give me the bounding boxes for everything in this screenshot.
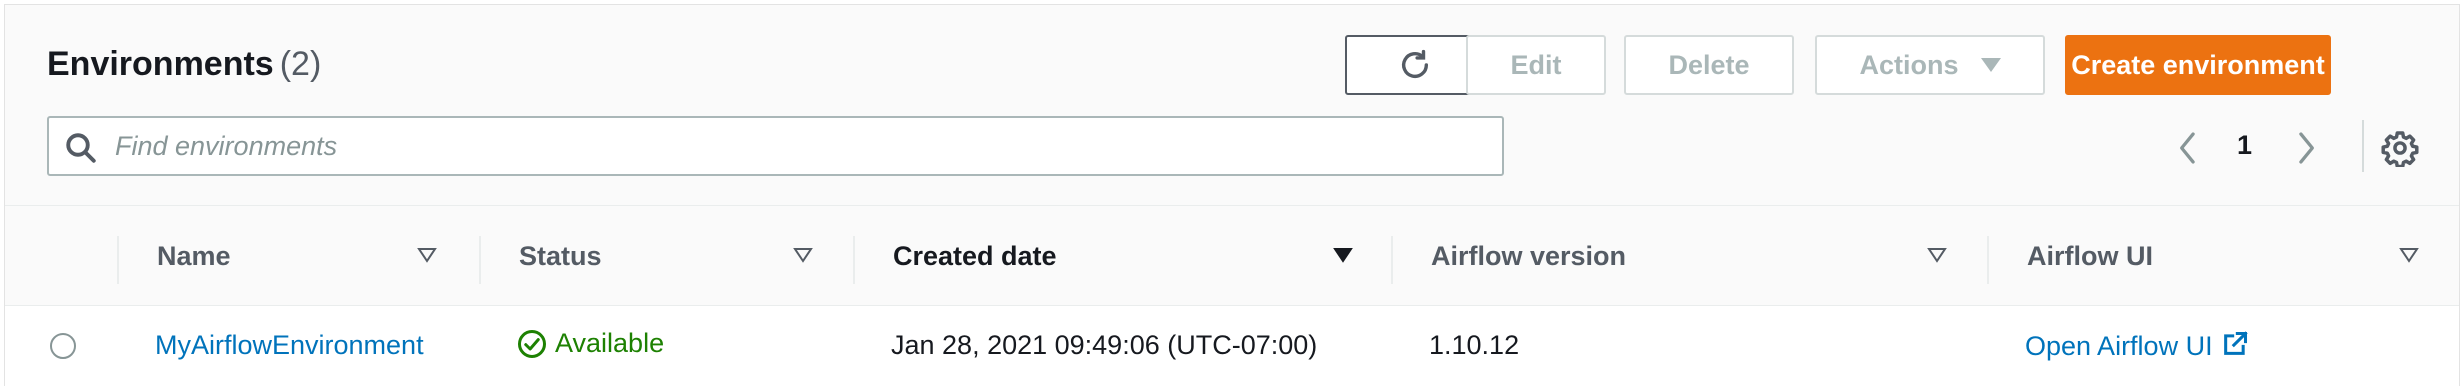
refresh-icon bbox=[1401, 49, 1429, 78]
environments-panel: Environments (2) Edit Delete Actions Crea… bbox=[4, 4, 2460, 386]
actions-label: Actions bbox=[1859, 49, 1959, 80]
gear-icon[interactable] bbox=[2381, 129, 2419, 167]
search-input[interactable] bbox=[115, 124, 1485, 168]
edit-button[interactable]: Edit bbox=[1466, 35, 1606, 95]
page-title-text: Environments bbox=[47, 45, 274, 83]
search-box bbox=[47, 116, 1504, 176]
current-page-number[interactable]: 1 bbox=[2237, 130, 2252, 161]
open-airflow-ui-link[interactable]: Open Airflow UI bbox=[2025, 330, 2249, 362]
create-environment-button[interactable]: Create environment bbox=[2065, 35, 2331, 95]
column-header-status[interactable]: Status bbox=[519, 206, 602, 306]
search-icon bbox=[66, 133, 96, 163]
sort-descending-icon[interactable] bbox=[1333, 247, 1353, 263]
environment-count: (2) bbox=[279, 45, 322, 83]
open-airflow-ui-label: Open Airflow UI bbox=[2025, 331, 2213, 361]
sort-icon[interactable] bbox=[793, 247, 813, 263]
check-circle-icon bbox=[518, 329, 546, 358]
table-header: Name Status Created date Airflow version… bbox=[5, 206, 2459, 306]
sort-icon[interactable] bbox=[417, 247, 437, 263]
column-separator bbox=[117, 236, 119, 284]
panel-header: Environments (2) Edit Delete Actions Crea… bbox=[5, 5, 2459, 206]
column-header-airflow-version[interactable]: Airflow version bbox=[1431, 206, 1626, 306]
status-badge: Available bbox=[517, 328, 664, 359]
column-label-airflow-version: Airflow version bbox=[1431, 240, 1627, 271]
column-header-airflow-ui[interactable]: Airflow UI bbox=[2027, 206, 2153, 306]
column-label-airflow-ui: Airflow UI bbox=[2027, 240, 2153, 271]
refresh-button[interactable] bbox=[1345, 35, 1485, 95]
status-text: Available bbox=[555, 328, 665, 358]
sort-icon[interactable] bbox=[2399, 247, 2419, 263]
column-label-created-date: Created date bbox=[893, 240, 1057, 271]
next-page-icon[interactable] bbox=[2291, 129, 2321, 167]
delete-button[interactable]: Delete bbox=[1624, 35, 1794, 95]
column-header-created-date[interactable]: Created date bbox=[893, 206, 1057, 306]
sort-icon[interactable] bbox=[1927, 247, 1947, 263]
previous-page-icon[interactable] bbox=[2173, 129, 2203, 167]
column-separator bbox=[1391, 236, 1393, 284]
pagination-divider bbox=[2362, 120, 2364, 172]
column-label-status: Status bbox=[519, 240, 602, 271]
column-separator bbox=[853, 236, 855, 284]
column-header-name[interactable]: Name bbox=[157, 206, 231, 306]
external-link-icon bbox=[2223, 331, 2248, 355]
column-separator bbox=[479, 236, 481, 284]
caret-down-icon bbox=[1980, 58, 2001, 72]
actions-dropdown-button[interactable]: Actions bbox=[1815, 35, 2045, 95]
row-select-radio[interactable] bbox=[50, 333, 76, 359]
created-date-value: Jan 28, 2021 09:49:06 (UTC-07:00) bbox=[891, 330, 1318, 360]
airflow-version-value: 1.10.12 bbox=[1429, 330, 1520, 360]
column-separator bbox=[1987, 236, 1989, 284]
table-row[interactable]: MyAirflowEnvironment Available Jan 28, 2… bbox=[5, 307, 2459, 386]
column-label-name: Name bbox=[157, 240, 231, 271]
environment-name-link[interactable]: MyAirflowEnvironment bbox=[155, 330, 424, 361]
page-title: Environments (2) bbox=[47, 45, 321, 84]
